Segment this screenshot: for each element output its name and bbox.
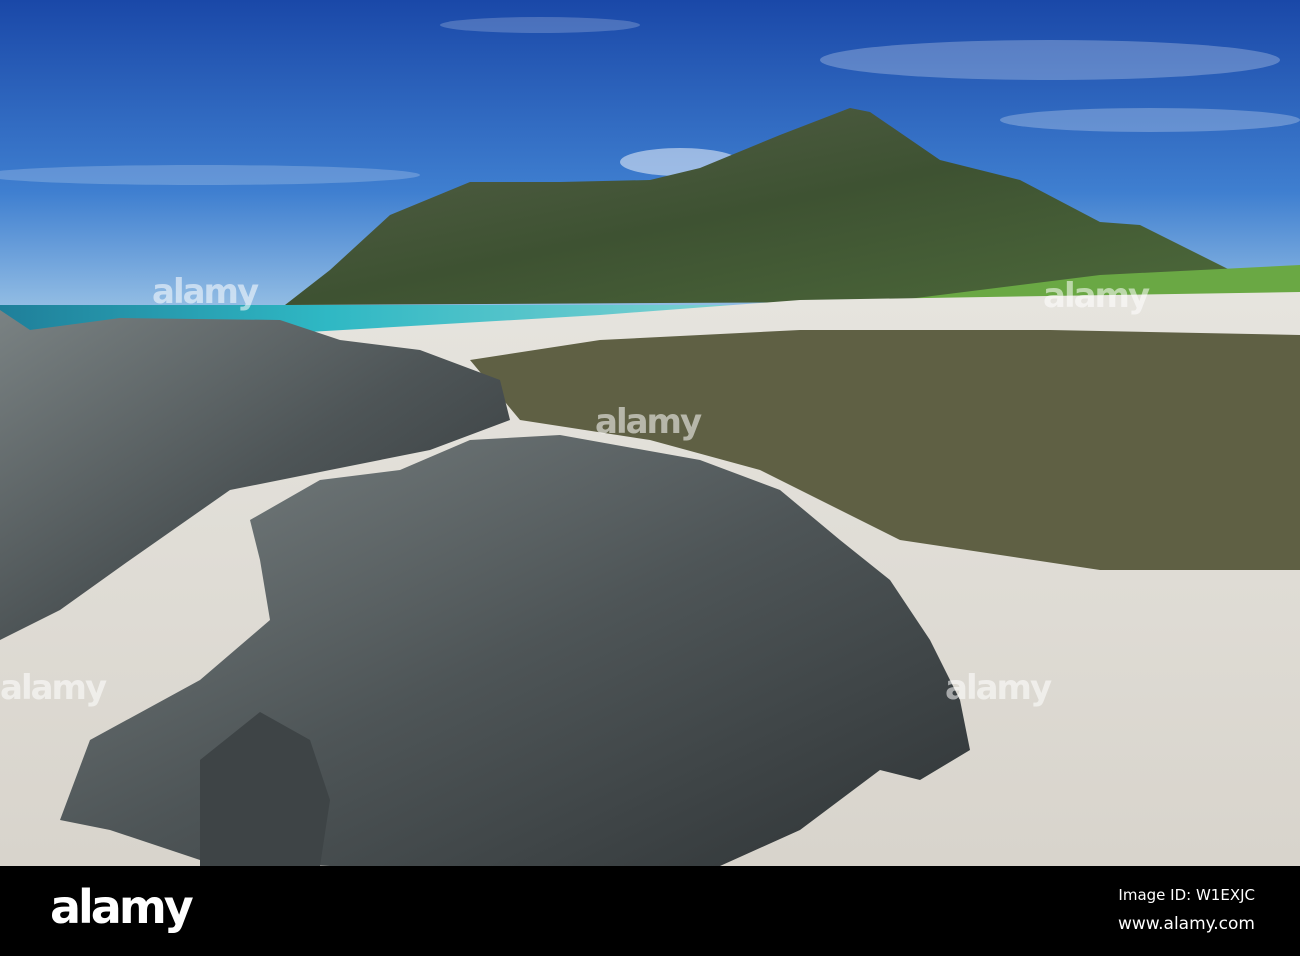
watermark: alamy <box>945 668 1052 708</box>
alamy-logo: alamy <box>50 880 194 934</box>
watermark: alamy <box>152 272 259 312</box>
image-id: Image ID: W1EXJC <box>1118 886 1255 904</box>
website-link: www.alamy.com <box>1117 914 1255 934</box>
watermark: alamy <box>595 402 702 442</box>
watermark: alamy <box>0 668 107 708</box>
footer-bar: alamy Image ID: W1EXJC www.alamy.com <box>0 866 1300 956</box>
watermark: alamy <box>1043 276 1150 316</box>
stock-photo: alamy alamy alamy alamy alamy alamy Imag… <box>0 0 1300 956</box>
